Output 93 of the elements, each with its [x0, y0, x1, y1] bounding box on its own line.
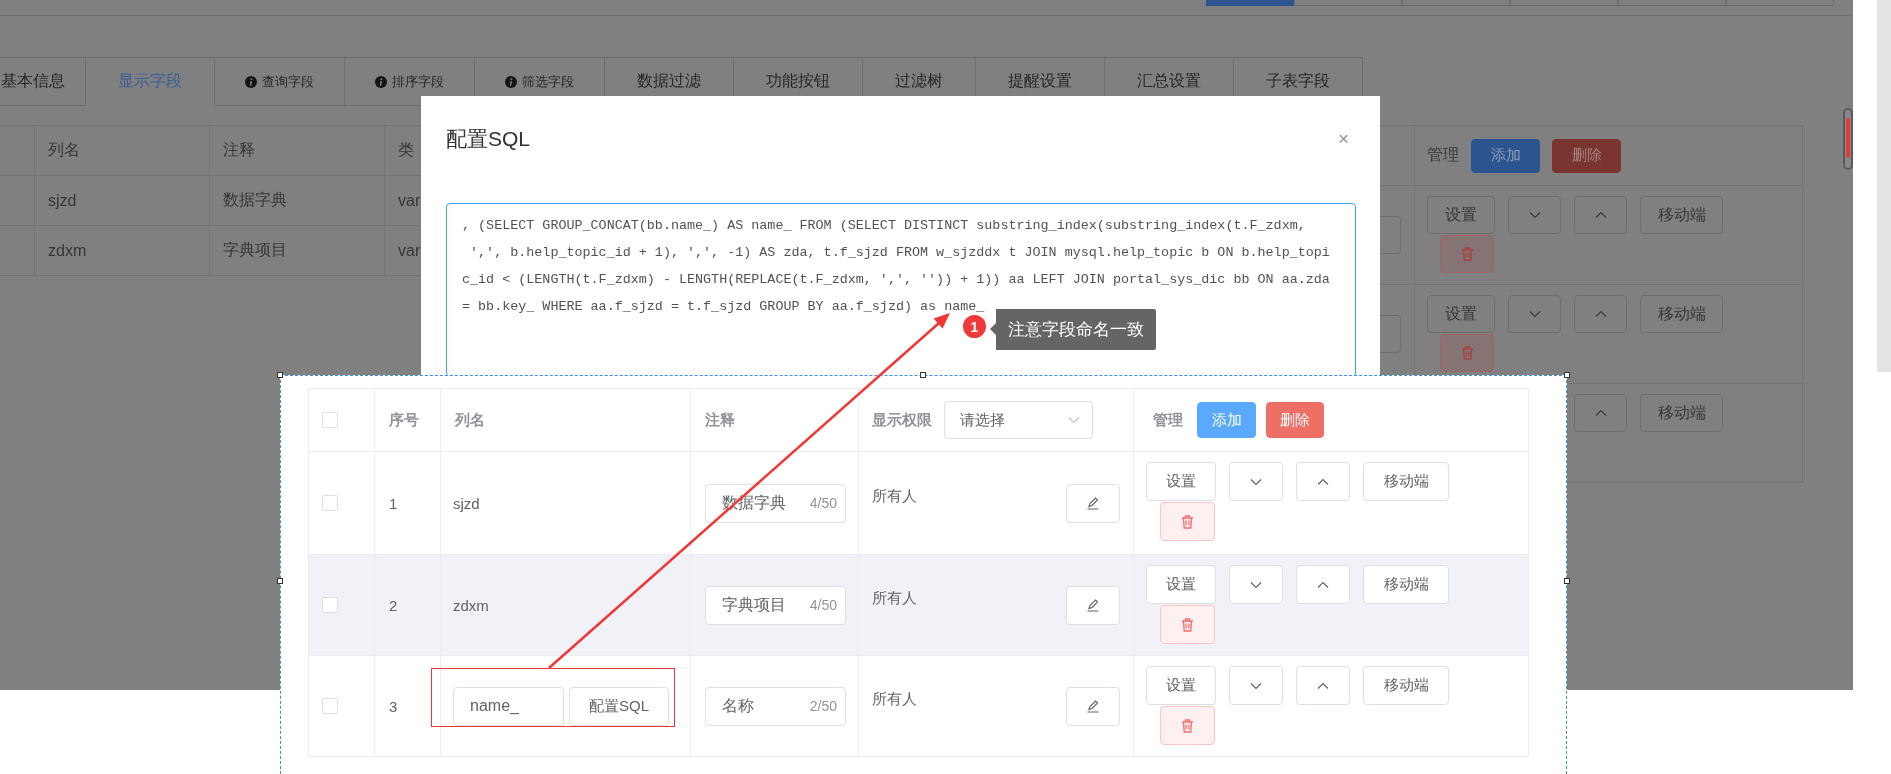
chevron-down-icon — [1250, 580, 1262, 589]
toolbar-button[interactable] — [1294, 0, 1402, 6]
table-cell: zdxm — [453, 596, 489, 614]
comment-input[interactable]: 字典项目 4/50 — [705, 585, 846, 625]
permission-select[interactable]: 请选择 — [944, 401, 1093, 439]
chevron-up-icon — [1317, 681, 1329, 690]
chevron-down-icon — [1528, 310, 1541, 318]
close-button[interactable]: × — [1337, 127, 1349, 150]
placeholder: 请选择 — [960, 410, 1005, 430]
chevron-up-icon — [1594, 211, 1607, 219]
move-up-button[interactable] — [1574, 295, 1627, 333]
resize-handle[interactable] — [1564, 578, 1570, 584]
move-down-button[interactable] — [1508, 196, 1561, 234]
info-icon — [375, 75, 387, 88]
note-label: 注意字段命名一致 — [990, 309, 1156, 350]
trash-icon — [1460, 346, 1474, 360]
toolbar-button[interactable] — [1206, 0, 1294, 6]
table-cell: 3 — [389, 697, 398, 715]
resize-handle[interactable] — [277, 372, 283, 378]
checkbox[interactable] — [322, 412, 338, 428]
column-header: 列名 — [48, 140, 80, 160]
info-icon — [505, 75, 517, 88]
char-count: 4/50 — [809, 495, 837, 511]
move-up-button[interactable] — [1574, 196, 1627, 234]
chevron-up-icon — [1317, 477, 1329, 486]
settings-button[interactable]: 设置 — [1427, 295, 1495, 333]
mobile-button[interactable]: 移动端 — [1363, 565, 1449, 604]
config-sql-button[interactable]: 配置SQL — [569, 686, 669, 726]
info-icon — [245, 75, 257, 88]
column-header: 注释 — [705, 410, 735, 430]
chevron-down-icon — [1528, 211, 1541, 219]
chevron-up-icon — [1317, 580, 1329, 589]
dialog-title: 配置SQL — [446, 125, 531, 152]
char-count: 2/50 — [809, 698, 837, 714]
tab[interactable]: 查询字段 — [215, 57, 345, 106]
column-header: 管理 — [1153, 410, 1183, 430]
table-cell: sjzd — [453, 494, 480, 512]
settings-button[interactable]: 设置 — [1146, 565, 1216, 604]
table-cell: 所有人 — [872, 486, 917, 506]
chevron-down-icon — [1250, 477, 1262, 486]
checkbox[interactable] — [322, 495, 338, 511]
mobile-button[interactable]: 移动端 — [1363, 666, 1449, 705]
table-cell-text: 数据字典 — [223, 190, 287, 210]
trash-icon — [1181, 617, 1194, 632]
name-input[interactable]: name_ — [453, 686, 564, 726]
checkbox[interactable] — [322, 698, 338, 714]
move-up-button[interactable] — [1574, 394, 1627, 432]
table-cell: 所有人 — [872, 689, 917, 709]
resize-handle[interactable] — [1564, 372, 1570, 378]
resize-handle[interactable] — [920, 372, 926, 378]
column-header: 类 — [398, 140, 414, 160]
settings-button[interactable]: 设置 — [1146, 666, 1216, 705]
checkbox[interactable] — [322, 597, 338, 613]
pen-icon — [1086, 699, 1100, 713]
delete-row-button[interactable] — [1440, 334, 1494, 372]
settings-button[interactable]: 设置 — [1427, 196, 1495, 234]
resize-handle[interactable] — [277, 578, 283, 584]
table-cell: var — [398, 241, 421, 260]
table-cell: sjzd — [48, 191, 77, 210]
column-header: 注释 — [223, 140, 255, 160]
chevron-up-icon — [1594, 409, 1607, 417]
table-cell-text: 字典项目 — [223, 240, 287, 260]
mobile-button[interactable]: 移动端 — [1363, 462, 1449, 501]
column-header: 显示权限 — [872, 410, 932, 430]
comment-input[interactable]: 名称 2/50 — [705, 686, 846, 726]
chevron-up-icon — [1594, 310, 1607, 318]
add-button[interactable]: 添加 — [1471, 138, 1540, 173]
table-cell: var — [398, 191, 421, 210]
table-cell: 2 — [389, 596, 398, 614]
chevron-down-icon — [1068, 416, 1080, 424]
add-button[interactable]: 添加 — [1197, 402, 1256, 438]
tab[interactable]: 基本信息 — [0, 57, 86, 106]
settings-button[interactable]: 设置 — [1146, 462, 1216, 501]
trash-icon — [1181, 514, 1194, 529]
table-cell: 所有人 — [872, 588, 917, 608]
column-header: 序号 — [389, 410, 419, 430]
table-cell: 1 — [389, 494, 398, 512]
char-count: 4/50 — [809, 597, 837, 613]
pen-icon — [1086, 598, 1100, 612]
pen-icon — [1086, 496, 1100, 510]
trash-icon — [1181, 718, 1194, 733]
delete-row-button[interactable] — [1440, 235, 1494, 273]
column-header: 管理 — [1427, 145, 1459, 165]
delete-button[interactable]: 删除 — [1552, 138, 1621, 173]
mobile-button[interactable]: 移动端 — [1640, 196, 1723, 234]
delete-button[interactable]: 删除 — [1266, 402, 1324, 438]
move-down-button[interactable] — [1508, 295, 1561, 333]
chevron-down-icon — [1250, 681, 1262, 690]
column-header: 列名 — [455, 410, 485, 430]
mobile-button[interactable]: 移动端 — [1640, 295, 1723, 333]
table-cell: zdxm — [48, 241, 87, 260]
trash-icon — [1460, 247, 1474, 261]
mobile-button[interactable]: 移动端 — [1640, 394, 1723, 432]
